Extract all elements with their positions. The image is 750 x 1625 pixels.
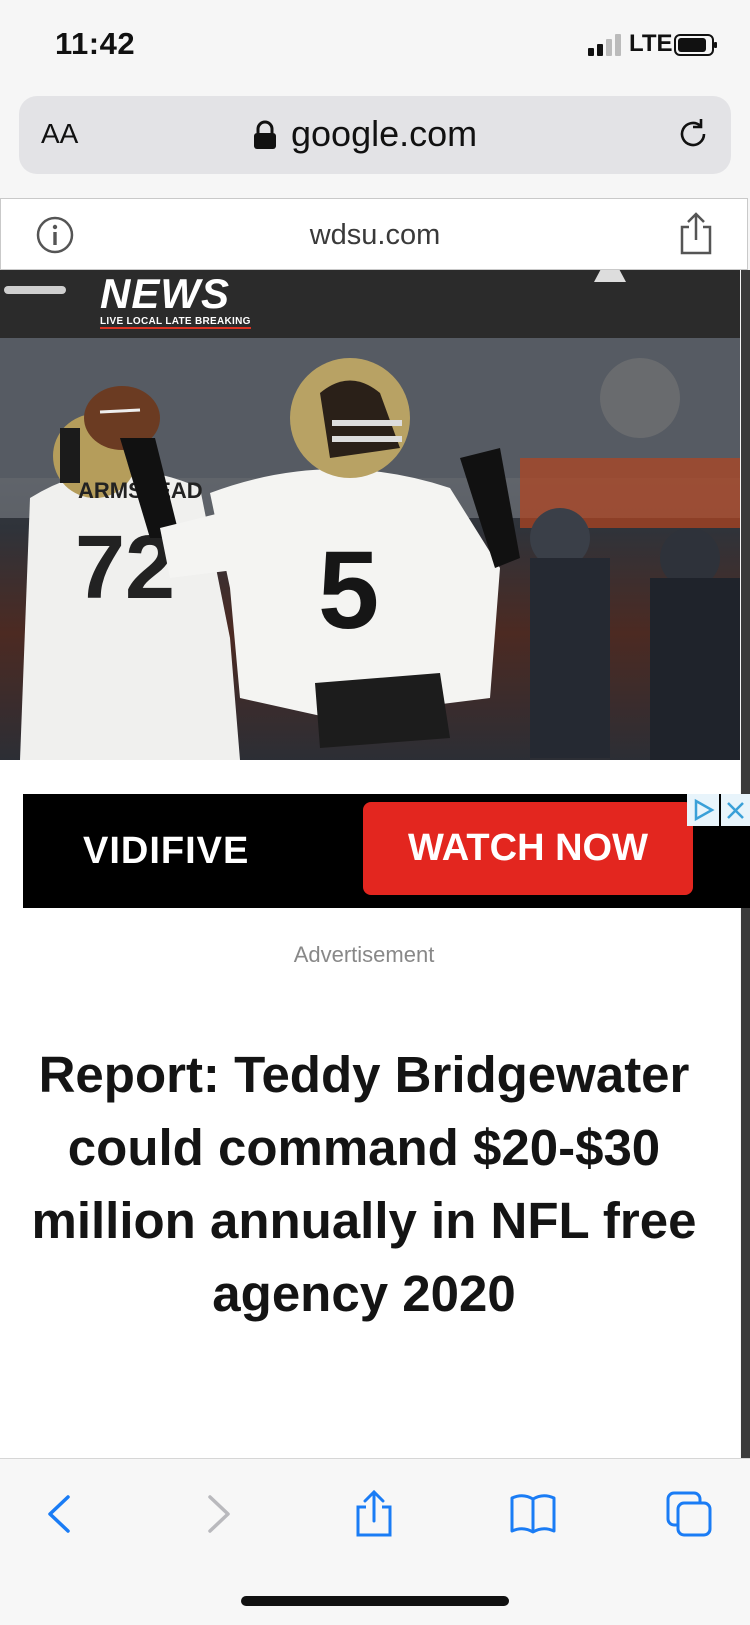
amp-viewer-bar: wdsu.com (0, 198, 748, 270)
amp-host[interactable]: wdsu.com (1, 219, 749, 252)
logo-text: NEWS (100, 270, 230, 317)
hero-photo: 72 ARMSTEAD 5 (0, 338, 740, 760)
share-icon[interactable] (349, 1489, 399, 1539)
site-header: NEWS LIVE LOCAL LATE BREAKING (0, 270, 740, 338)
article-content: VIDIFIVE WATCH NOW Advertisement Report:… (0, 760, 750, 1458)
ad-close-icon[interactable] (721, 794, 750, 826)
tabs-icon[interactable] (664, 1489, 714, 1539)
network-label: LTE (629, 30, 673, 57)
status-time: 11:42 (55, 26, 136, 61)
text-size-label: AA (41, 118, 79, 149)
signal-icon (588, 34, 621, 56)
site-logo[interactable]: NEWS LIVE LOCAL LATE BREAKING (100, 272, 251, 329)
watch-now-button[interactable]: WATCH NOW (363, 802, 693, 895)
share-icon[interactable] (677, 211, 715, 255)
lock-icon (254, 120, 276, 149)
back-icon[interactable] (36, 1489, 86, 1539)
reload-icon[interactable] (675, 116, 711, 152)
hero-illustration: 72 ARMSTEAD 5 (0, 338, 740, 760)
advertisement-label: Advertisement (293, 942, 435, 967)
text-size-button[interactable]: AA (41, 118, 78, 150)
article-headline: Report: Teddy Bridgewater could command … (31, 1046, 697, 1322)
logo-tagline: LIVE LOCAL LATE BREAKING (100, 316, 251, 329)
home-indicator[interactable] (241, 1596, 509, 1606)
address-bar[interactable]: AA google.com (19, 96, 731, 174)
ad-banner[interactable]: VIDIFIVE WATCH NOW (23, 794, 750, 908)
ad-brand: VIDIFIVE (83, 830, 250, 872)
battery-icon (674, 34, 717, 56)
adchoices-icon[interactable] (687, 794, 719, 826)
status-bar: 11:42 LTE (0, 0, 750, 90)
alert-icon[interactable] (594, 270, 626, 282)
url-domain: google.com (291, 113, 478, 154)
forward-icon[interactable] (192, 1489, 242, 1539)
menu-icon[interactable] (4, 286, 66, 294)
bookmarks-icon[interactable] (508, 1489, 558, 1539)
qb-jersey-number: 5 (318, 529, 379, 652)
